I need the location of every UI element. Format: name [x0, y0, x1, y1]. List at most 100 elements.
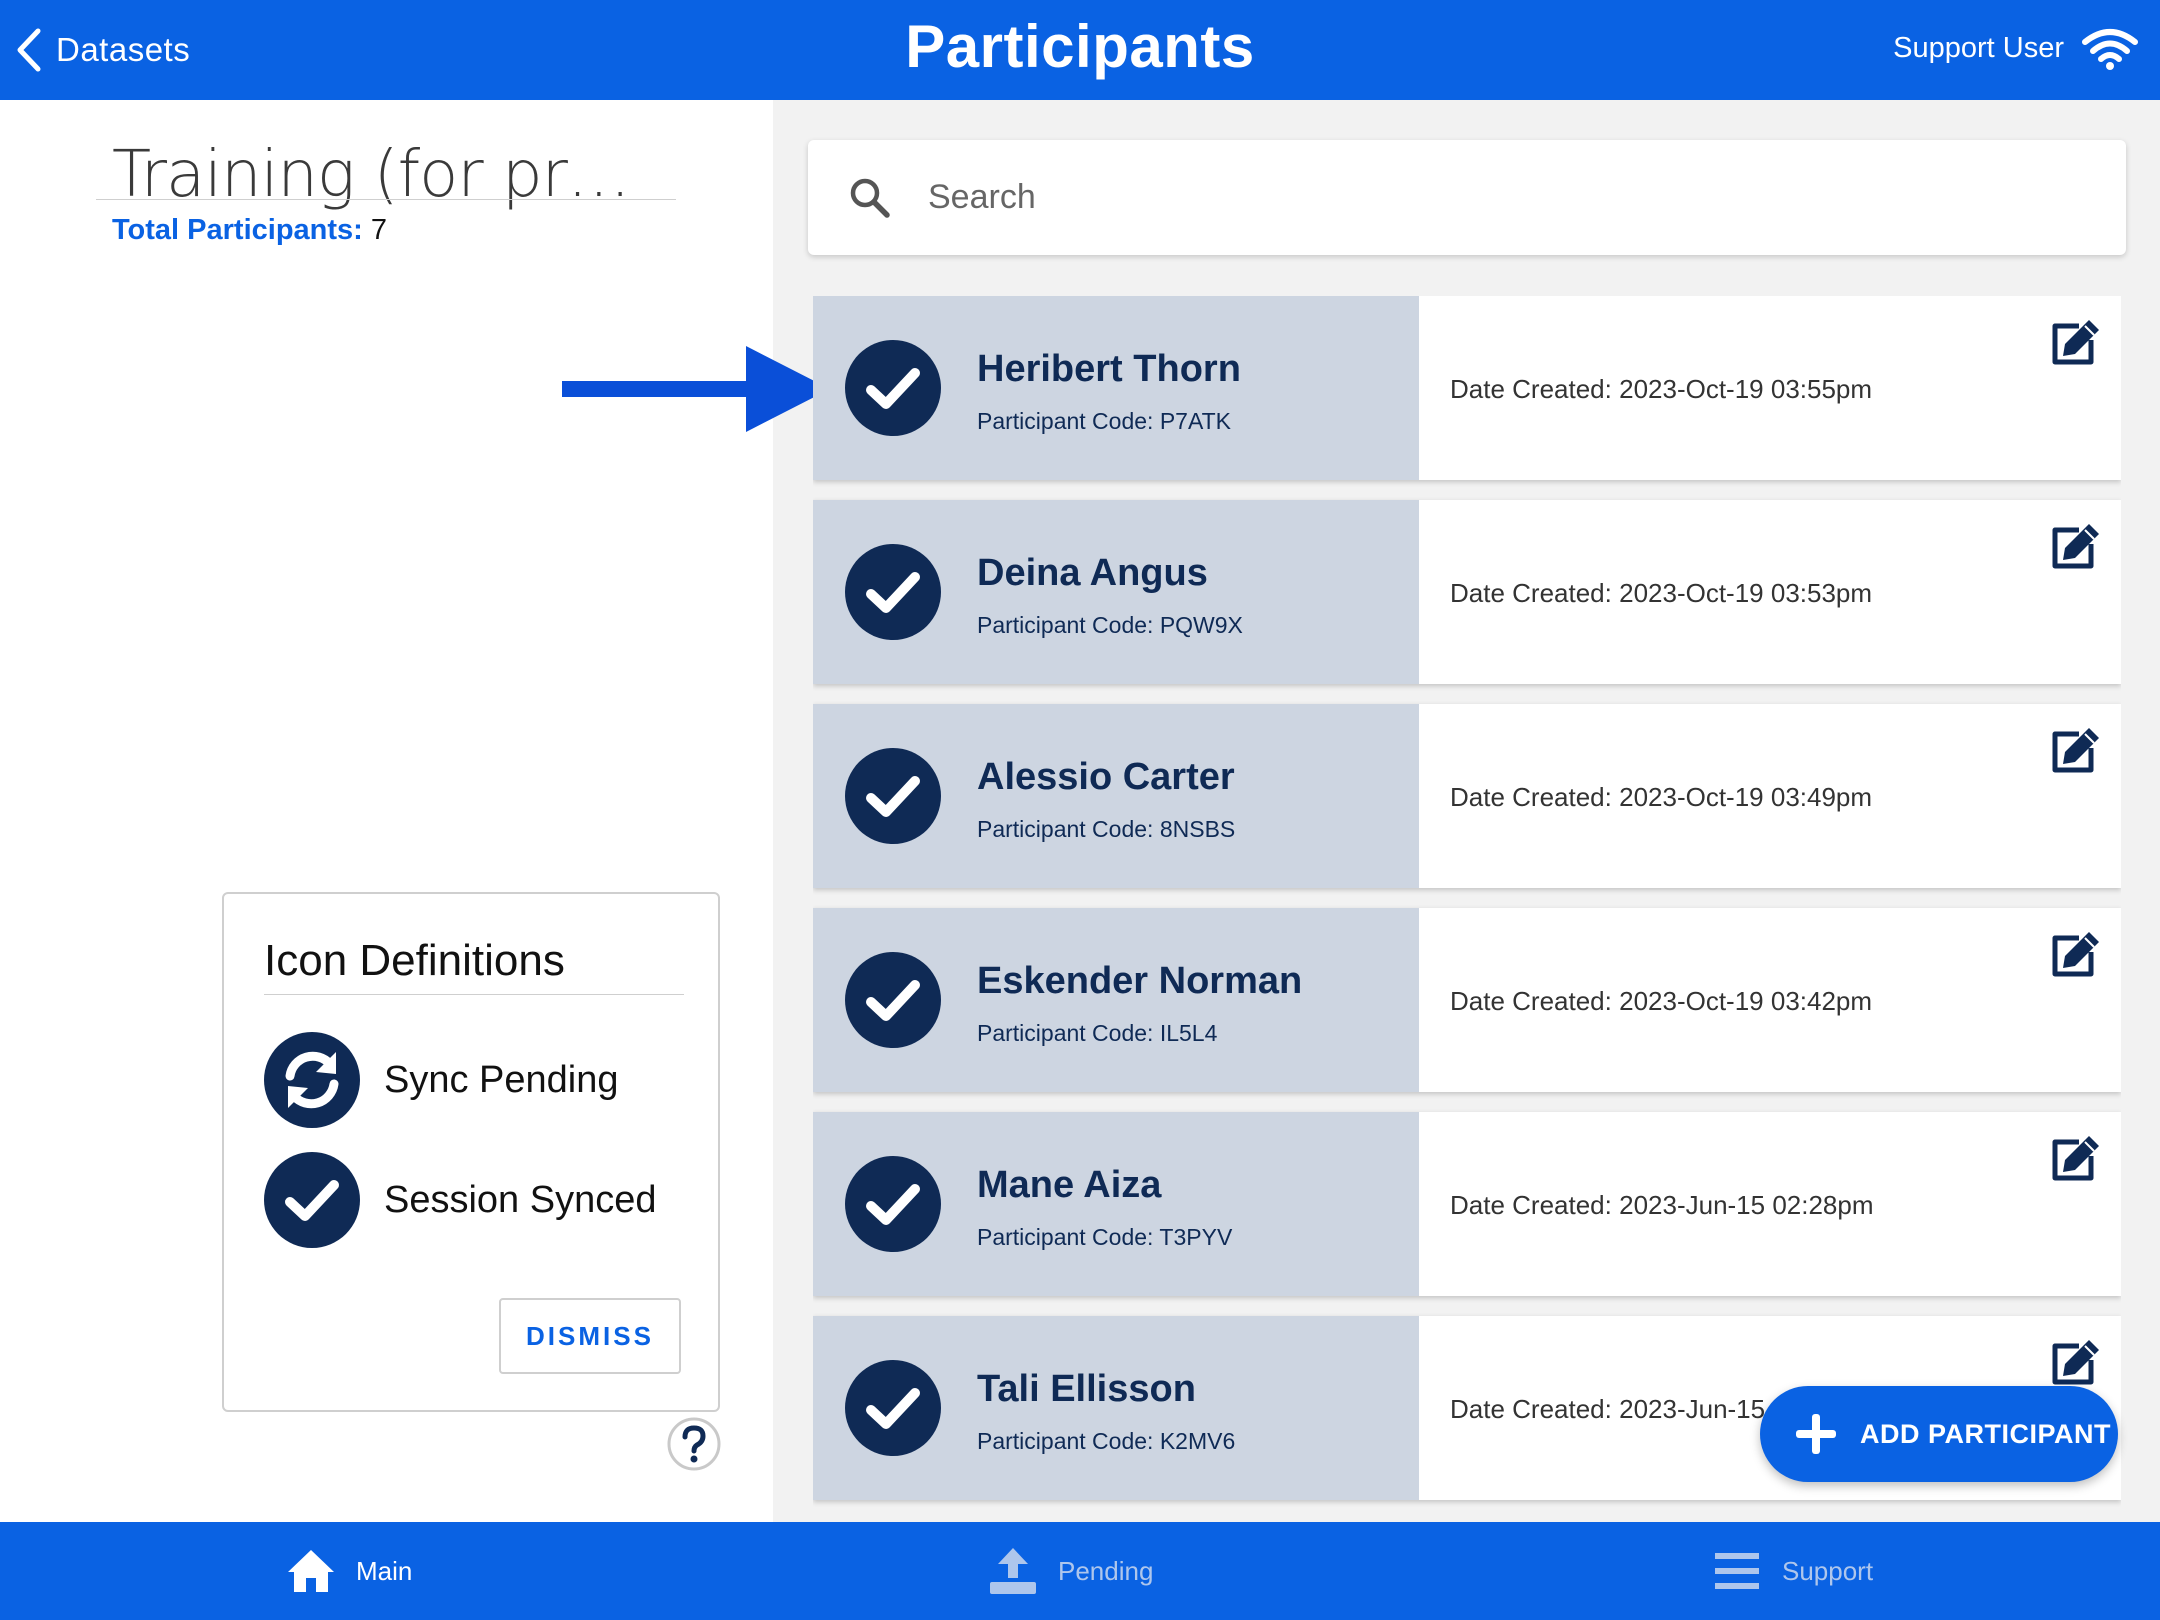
check-icon: [845, 748, 941, 844]
nav-support[interactable]: Support: [1712, 1522, 1873, 1620]
bottom-navigation: Main Pending Support: [0, 1522, 2160, 1620]
date-created-value: 2023-Oct-19 03:55pm: [1619, 374, 1873, 404]
participant-summary: Deina Angus Participant Code: PQW9X: [813, 500, 1419, 684]
user-name[interactable]: Support User: [1893, 32, 2064, 65]
participant-code: Participant Code: IL5L4: [977, 1020, 1217, 1047]
total-participants: Total Participants: 7: [112, 214, 387, 247]
participant-summary: Mane Aiza Participant Code: T3PYV: [813, 1112, 1419, 1296]
plus-icon: [1796, 1414, 1836, 1454]
upload-icon: [990, 1548, 1036, 1594]
check-icon: [845, 1360, 941, 1456]
participant-name: Alessio Carter: [977, 756, 1235, 798]
divider: [264, 994, 684, 995]
date-created: Date Created: 2023-Oct-19 03:53pm: [1450, 578, 1872, 609]
check-icon: [845, 340, 941, 436]
search-input[interactable]: [928, 160, 2078, 235]
divider: [96, 199, 676, 200]
participant-code-value: PQW9X: [1159, 612, 1243, 638]
dismiss-button[interactable]: DISMISS: [499, 1298, 681, 1374]
participant-code-label: Participant Code:: [977, 1428, 1154, 1454]
definition-sync-pending: Sync Pending: [264, 1032, 619, 1128]
question-icon[interactable]: [666, 1416, 722, 1472]
edit-icon[interactable]: [2049, 930, 2101, 978]
sync-icon: [264, 1032, 360, 1128]
edit-icon[interactable]: [2049, 318, 2101, 366]
participant-code-label: Participant Code:: [977, 1020, 1154, 1046]
definition-session-synced: Session Synced: [264, 1152, 657, 1248]
nav-support-label: Support: [1782, 1555, 1874, 1586]
date-created: Date Created: 2023-Oct-19 03:49pm: [1450, 782, 1872, 813]
menu-icon: [1715, 1553, 1759, 1589]
date-created: Date Created: 2023-Jun-15: [1450, 1394, 1765, 1425]
date-created-label: Date Created:: [1450, 1190, 1612, 1220]
participant-code-value: IL5L4: [1159, 1020, 1218, 1046]
nav-main[interactable]: Main: [286, 1522, 412, 1620]
participant-row[interactable]: Heribert Thorn Participant Code: P7ATK D…: [813, 296, 2121, 480]
total-participants-label: Total Participants:: [112, 214, 363, 246]
participant-code-label: Participant Code:: [977, 612, 1154, 638]
date-created-label: Date Created:: [1450, 1394, 1612, 1424]
check-icon: [264, 1152, 360, 1248]
date-created-value: 2023-Jun-15: [1619, 1394, 1766, 1424]
edit-icon[interactable]: [2049, 522, 2101, 570]
check-icon: [845, 952, 941, 1048]
nav-pending-label: Pending: [1058, 1555, 1154, 1586]
participant-list: Heribert Thorn Participant Code: P7ATK D…: [813, 296, 2121, 1522]
date-created-value: 2023-Oct-19 03:49pm: [1619, 782, 1873, 812]
participant-code: Participant Code: 8NSBS: [977, 816, 1235, 843]
page-title: Participants: [905, 13, 1255, 80]
participant-name: Heribert Thorn: [977, 348, 1241, 390]
icon-definitions-title: Icon Definitions: [264, 936, 565, 985]
participant-name: Eskender Norman: [977, 960, 1303, 1002]
check-icon: [845, 544, 941, 640]
date-created-label: Date Created:: [1450, 374, 1612, 404]
participant-row[interactable]: Deina Angus Participant Code: PQW9X Date…: [813, 500, 2121, 684]
search-icon: [850, 178, 890, 218]
edit-icon[interactable]: [2049, 1134, 2101, 1182]
home-icon: [288, 1550, 334, 1592]
participant-summary: Heribert Thorn Participant Code: P7ATK: [813, 296, 1419, 480]
participant-code-label: Participant Code:: [977, 1224, 1154, 1250]
participant-code: Participant Code: P7ATK: [977, 408, 1231, 435]
participant-name: Tali Ellisson: [977, 1368, 1196, 1410]
definition-label: Sync Pending: [384, 1058, 619, 1101]
participant-summary: Eskender Norman Participant Code: IL5L4: [813, 908, 1419, 1092]
date-created: Date Created: 2023-Oct-19 03:42pm: [1450, 986, 1872, 1017]
date-created-value: 2023-Oct-19 03:53pm: [1619, 578, 1873, 608]
add-participant-button[interactable]: ADD PARTICIPANT: [1760, 1386, 2118, 1482]
participant-row[interactable]: Alessio Carter Participant Code: 8NSBS D…: [813, 704, 2121, 888]
participant-code-value: 8NSBS: [1159, 816, 1236, 842]
total-participants-value: 7: [370, 214, 388, 246]
edit-icon[interactable]: [2049, 726, 2101, 774]
participant-code-label: Participant Code:: [977, 816, 1154, 842]
wifi-icon: [2082, 29, 2138, 70]
date-created-value: 2023-Oct-19 03:42pm: [1619, 986, 1873, 1016]
date-created-label: Date Created:: [1450, 578, 1612, 608]
nav-main-label: Main: [356, 1555, 413, 1586]
participant-code-label: Participant Code:: [977, 408, 1154, 434]
icon-definitions-card: Icon Definitions Sync Pending Session Sy…: [222, 892, 720, 1412]
participant-code: Participant Code: K2MV6: [977, 1428, 1235, 1455]
participant-row[interactable]: Mane Aiza Participant Code: T3PYV Date C…: [813, 1112, 2121, 1296]
date-created-label: Date Created:: [1450, 986, 1612, 1016]
date-created-value: 2023-Jun-15 02:28pm: [1619, 1190, 1874, 1220]
date-created: Date Created: 2023-Oct-19 03:55pm: [1450, 374, 1872, 405]
participant-code: Participant Code: T3PYV: [977, 1224, 1232, 1251]
participant-summary: Tali Ellisson Participant Code: K2MV6: [813, 1316, 1419, 1500]
dataset-title: Training (for practice): [112, 138, 657, 212]
dataset-panel: Training (for practice) Total Participan…: [0, 100, 773, 1522]
definition-label: Session Synced: [384, 1178, 657, 1221]
top-bar: Datasets Participants Support User: [0, 0, 2160, 100]
search-bar: [808, 140, 2126, 255]
participant-code-value: K2MV6: [1159, 1428, 1236, 1454]
participant-code: Participant Code: PQW9X: [977, 612, 1243, 639]
nav-pending[interactable]: Pending: [988, 1522, 1153, 1620]
date-created-label: Date Created:: [1450, 782, 1612, 812]
participant-code-value: T3PYV: [1159, 1224, 1233, 1250]
edit-icon[interactable]: [2049, 1338, 2101, 1386]
participant-row[interactable]: Eskender Norman Participant Code: IL5L4 …: [813, 908, 2121, 1092]
check-icon: [845, 1156, 941, 1252]
add-participant-label: ADD PARTICIPANT: [1860, 1418, 2111, 1449]
participant-name: Mane Aiza: [977, 1164, 1162, 1206]
date-created: Date Created: 2023-Jun-15 02:28pm: [1450, 1190, 1874, 1221]
